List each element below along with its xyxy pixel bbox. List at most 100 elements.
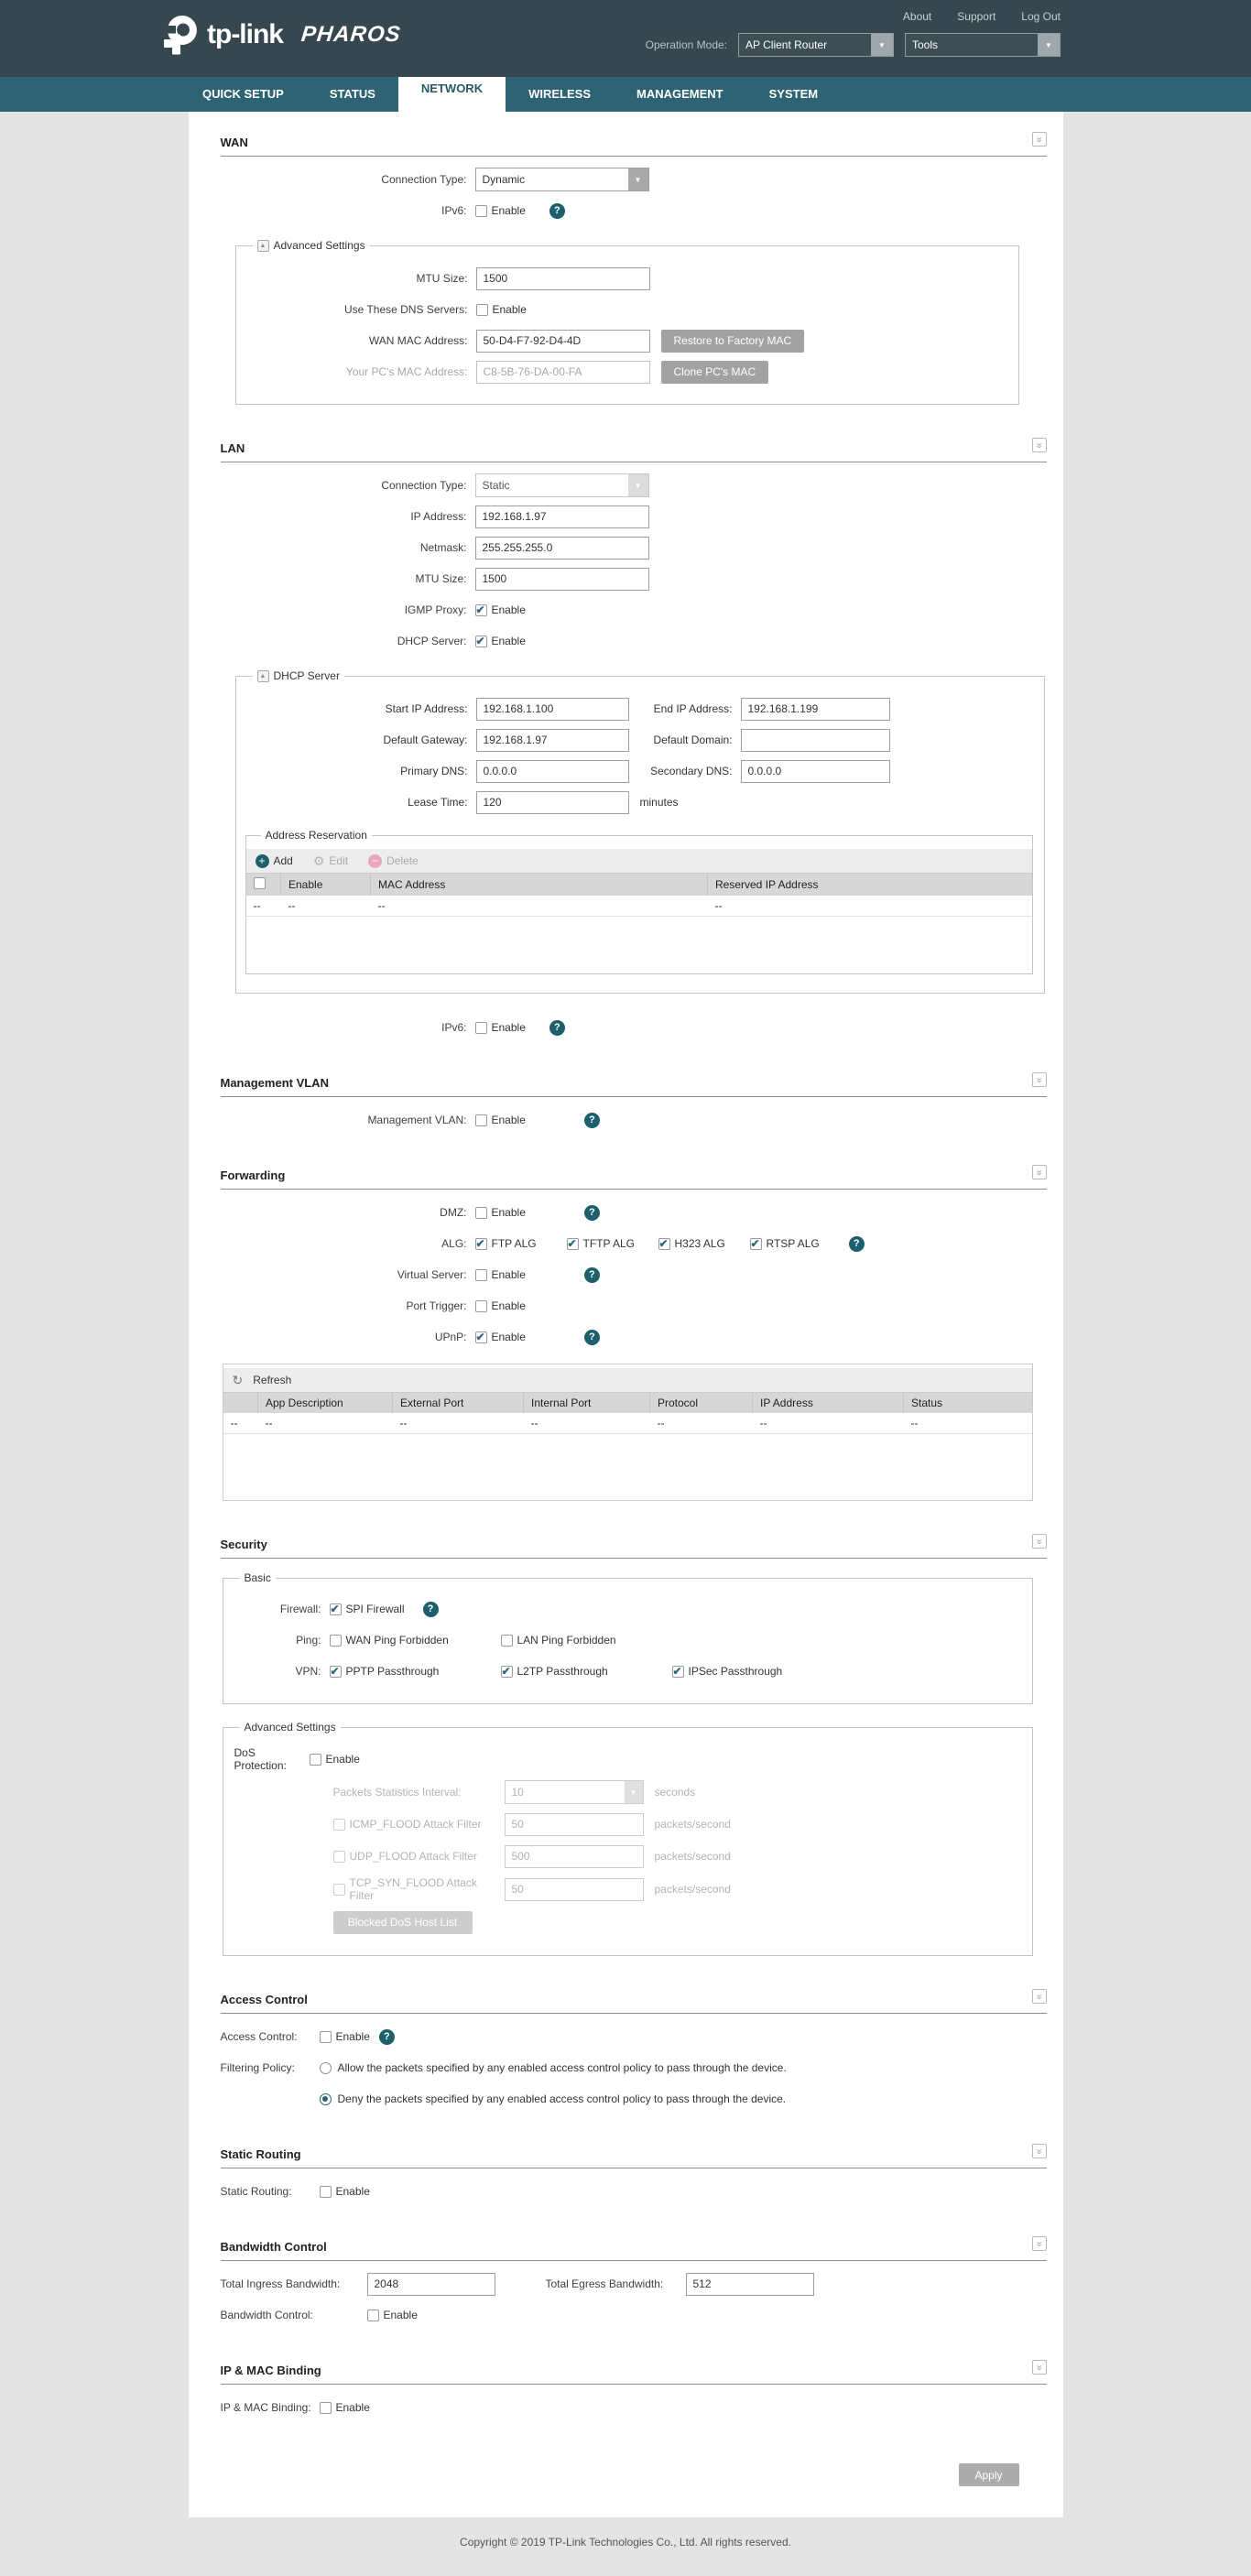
wan-connection-type-select[interactable]: Dynamic ▼: [474, 168, 649, 191]
wan-ping-forbidden-checkbox[interactable]: [329, 1634, 342, 1647]
dhcp-primary-dns-input[interactable]: [475, 759, 629, 783]
operation-mode-select[interactable]: AP Client Router ▼: [738, 33, 894, 57]
collapse-section-icon[interactable]: »: [1031, 2236, 1047, 2251]
filtering-policy-allow-row: Filtering Policy: Allow the packets spec…: [220, 2061, 787, 2074]
management-vlan-enable-checkbox[interactable]: [474, 1114, 487, 1126]
mtu-row: MTU Size:: [247, 266, 1007, 290]
collapse-section-icon[interactable]: »: [1031, 2360, 1047, 2375]
collapse-section-icon[interactable]: »: [1031, 1534, 1047, 1549]
column-header: Protocol: [649, 1393, 753, 1413]
field-label: Virtual Server:: [397, 1268, 467, 1281]
logout-link[interactable]: Log Out: [1021, 10, 1061, 23]
wan-ipv6-enable-checkbox[interactable]: [474, 204, 487, 217]
collapse-fieldset-icon[interactable]: ▲: [256, 239, 269, 252]
wan-mtu-input[interactable]: [475, 266, 650, 290]
dhcp-secondary-dns-input[interactable]: [740, 759, 890, 783]
brand-name: tp-link: [207, 19, 284, 49]
dhcp-end-ip-input[interactable]: [740, 697, 890, 721]
egress-bandwidth-input[interactable]: [685, 2272, 814, 2296]
section-title: Access Control: [220, 1993, 308, 2006]
collapse-section-icon[interactable]: »: [1031, 2144, 1047, 2158]
lan-ip-row: IP Address:: [221, 505, 1031, 528]
help-icon[interactable]: ?: [549, 1019, 565, 1036]
help-icon[interactable]: ?: [583, 1112, 600, 1128]
lan-ipv6-enable-checkbox[interactable]: [474, 1021, 487, 1034]
apply-button[interactable]: Apply: [958, 2463, 1019, 2486]
dhcp-domain-input[interactable]: [740, 728, 890, 752]
lan-ip-input[interactable]: [474, 505, 649, 528]
add-button[interactable]: + Add: [255, 853, 293, 868]
collapse-section-icon[interactable]: »: [1031, 1072, 1047, 1087]
about-link[interactable]: About: [903, 10, 931, 23]
collapse-section-icon[interactable]: »: [1031, 132, 1047, 147]
virtual-server-enable-checkbox[interactable]: [474, 1268, 487, 1281]
bandwidth-control-enable-checkbox[interactable]: [366, 2309, 379, 2321]
lan-ping-forbidden-checkbox[interactable]: [500, 1634, 513, 1647]
upnp-enable-checkbox[interactable]: [474, 1331, 487, 1343]
field-label: DHCP Server:: [397, 635, 467, 647]
allow-policy-radio[interactable]: [319, 2061, 332, 2074]
ftp-alg-checkbox[interactable]: [474, 1237, 487, 1250]
checkbox-label: Enable: [491, 1206, 526, 1219]
clone-pc-mac-button[interactable]: Clone PC's MAC: [660, 360, 769, 384]
ipsec-passthrough-checkbox[interactable]: [671, 1665, 684, 1678]
lan-netmask-input[interactable]: [474, 536, 649, 560]
dmz-enable-checkbox[interactable]: [474, 1206, 487, 1219]
pptp-passthrough-checkbox[interactable]: [329, 1665, 342, 1678]
vpn-row: VPN: PPTP Passthrough L2TP Passthrough I…: [234, 1659, 1021, 1683]
select-all-checkbox[interactable]: [253, 877, 266, 889]
help-icon[interactable]: ?: [583, 1204, 600, 1221]
field-label: Connection Type:: [381, 479, 467, 492]
tab-wireless[interactable]: WIRELESS: [506, 77, 614, 112]
tab-status[interactable]: STATUS: [307, 77, 398, 112]
ingress-bandwidth-input[interactable]: [366, 2272, 495, 2296]
collapse-section-icon[interactable]: »: [1031, 438, 1047, 452]
dos-protection-enable-checkbox[interactable]: [309, 1753, 321, 1766]
ip-mac-binding-enable-checkbox[interactable]: [319, 2401, 332, 2414]
dhcp-start-ip-input[interactable]: [475, 697, 629, 721]
lan-mtu-input[interactable]: [474, 567, 649, 591]
collapse-fieldset-icon[interactable]: ▲: [256, 669, 269, 682]
help-icon[interactable]: ?: [848, 1235, 865, 1252]
column-header: External Port: [392, 1393, 524, 1413]
l2tp-passthrough-checkbox[interactable]: [500, 1665, 513, 1678]
section-access-control: Access Control » Access Control: Enable …: [220, 1989, 1047, 2111]
tab-management[interactable]: MANAGEMENT: [614, 77, 746, 112]
static-routing-enable-checkbox[interactable]: [319, 2185, 332, 2198]
table-header-row: App Description External Port Internal P…: [223, 1393, 1032, 1413]
dns-servers-enable-checkbox[interactable]: [475, 303, 488, 316]
wan-ping-item: WAN Ping Forbidden: [329, 1634, 501, 1647]
lan-ipv6-row: IPv6: Enable ?: [221, 1016, 1031, 1039]
collapse-section-icon[interactable]: »: [1031, 1989, 1047, 2004]
alg-h323-item: H323 ALG: [658, 1237, 750, 1250]
dhcp-gateway-input[interactable]: [475, 728, 629, 752]
upnp-table-box: ↻ Refresh App Description External Port …: [222, 1364, 1033, 1501]
column-header: Reserved IP Address: [707, 874, 1032, 896]
restore-factory-mac-button[interactable]: Restore to Factory MAC: [660, 329, 805, 353]
help-icon[interactable]: ?: [583, 1266, 600, 1283]
tab-system[interactable]: SYSTEM: [746, 77, 841, 112]
help-icon[interactable]: ?: [549, 202, 565, 219]
tab-quick-setup[interactable]: QUICK SETUP: [179, 77, 307, 112]
rtsp-alg-checkbox[interactable]: [749, 1237, 762, 1250]
help-icon[interactable]: ?: [378, 2028, 395, 2045]
h323-alg-checkbox[interactable]: [658, 1237, 670, 1250]
help-icon[interactable]: ?: [422, 1601, 439, 1617]
access-control-enable-checkbox[interactable]: [319, 2030, 332, 2043]
help-icon[interactable]: ?: [583, 1329, 600, 1345]
delete-button: − Delete: [368, 853, 419, 868]
checkbox-label: Enable: [491, 1114, 526, 1126]
deny-policy-radio[interactable]: [319, 2092, 332, 2105]
dhcp-server-enable-checkbox[interactable]: [474, 635, 487, 647]
wan-mac-input[interactable]: [475, 329, 650, 353]
dhcp-gateway-row: Default Gateway: Default Domain:: [247, 728, 1033, 752]
spi-firewall-checkbox[interactable]: [329, 1603, 342, 1615]
dhcp-lease-input[interactable]: [475, 790, 629, 814]
collapse-section-icon[interactable]: »: [1031, 1165, 1047, 1179]
support-link[interactable]: Support: [957, 10, 995, 23]
port-trigger-enable-checkbox[interactable]: [474, 1299, 487, 1312]
tftp-alg-checkbox[interactable]: [566, 1237, 579, 1250]
refresh-button[interactable]: ↻ Refresh: [233, 1373, 292, 1388]
igmp-proxy-enable-checkbox[interactable]: [474, 603, 487, 616]
tools-select[interactable]: Tools ▼: [905, 33, 1061, 57]
